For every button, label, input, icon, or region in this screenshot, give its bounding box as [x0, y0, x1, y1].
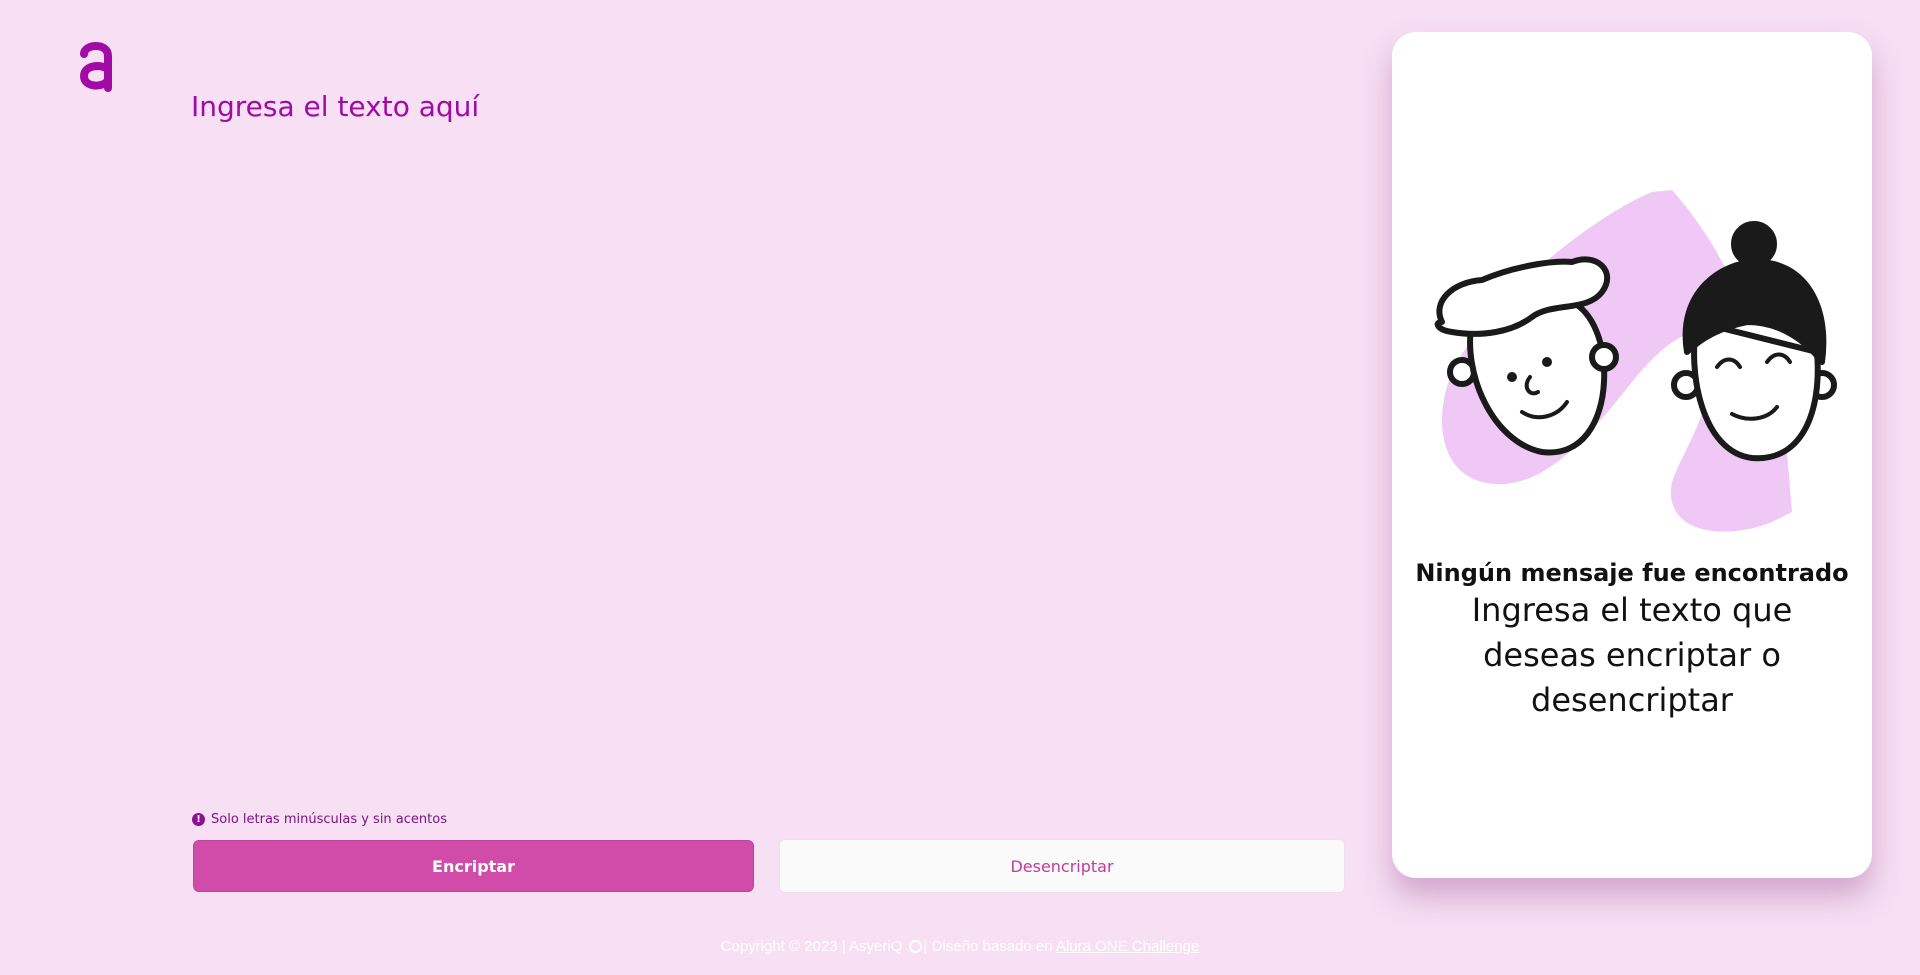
- hint-text: Solo letras minúsculas y sin acentos: [211, 812, 447, 827]
- decrypt-button[interactable]: Desencriptar: [779, 839, 1345, 893]
- footer-credit: | Diseño basado en: [923, 938, 1053, 955]
- two-faces-illustration: [1434, 190, 1837, 532]
- empty-state-subtitle: Ingresa el texto que deseas encriptar o …: [1471, 591, 1793, 719]
- github-icon[interactable]: [908, 940, 922, 953]
- alura-logo-icon[interactable]: [78, 40, 114, 92]
- footer: Copyright © 2023 | AsyeriQ | Diseño basa…: [0, 938, 1920, 955]
- info-icon: !: [192, 813, 205, 826]
- footer-copyright: Copyright © 2023 | AsyeriQ: [720, 938, 903, 955]
- empty-state-title: Ningún mensaje fue encontrado: [1415, 559, 1849, 587]
- text-input[interactable]: [191, 90, 1341, 790]
- page: ! Solo letras minúsculas y sin acentos E…: [0, 0, 1920, 975]
- output-panel: Ningún mensaje fue encontrado Ingresa el…: [1392, 32, 1872, 878]
- hint: ! Solo letras minúsculas y sin acentos: [192, 812, 447, 827]
- alura-challenge-link[interactable]: Alura ONE Challenge: [1056, 938, 1199, 955]
- encrypt-button[interactable]: Encriptar: [193, 840, 754, 892]
